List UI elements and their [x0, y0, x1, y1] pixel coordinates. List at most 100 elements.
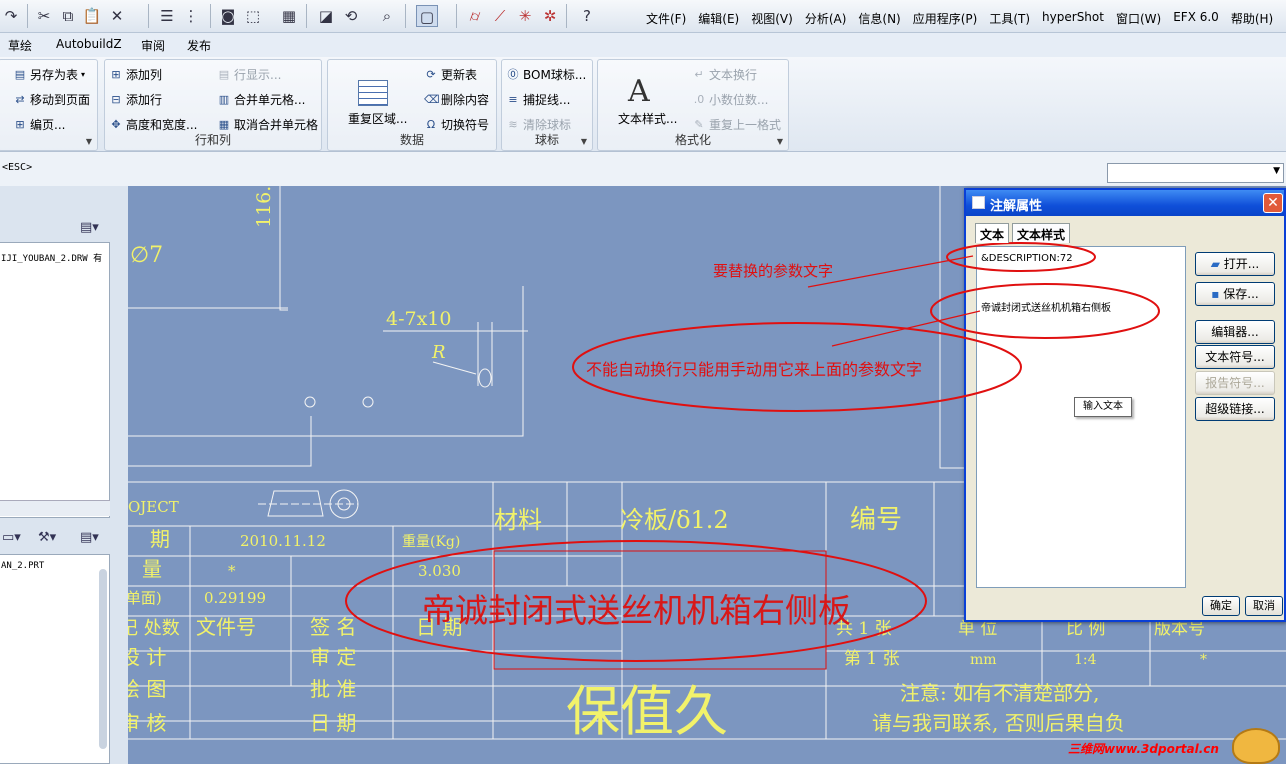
- display-style-icon[interactable]: ▢: [416, 5, 438, 27]
- update-table-button[interactable]: ⟳ 更新表: [424, 66, 477, 83]
- vertical-scrollbar[interactable]: [99, 569, 107, 749]
- drawing-tree[interactable]: IJI_YOUBAN_2.DRW 有: [0, 242, 110, 518]
- menu-file[interactable]: 文件(F): [640, 10, 692, 27]
- dialog-titlebar[interactable]: 注解属性 ✕: [966, 190, 1284, 216]
- hole-circle: [304, 396, 316, 408]
- bom-balloon-label: BOM球标...: [523, 68, 587, 82]
- dimension-4-7x10[interactable]: 4-7x10: [386, 308, 452, 330]
- note-text-area[interactable]: &DESCRIPTION:72 帝诚封闭式送丝机机箱右侧板: [976, 246, 1186, 588]
- title-review: 审 定: [310, 645, 356, 669]
- model-tree-icon[interactable]: ▦: [278, 5, 300, 27]
- text-symbol-button[interactable]: 文本符号...: [1195, 345, 1275, 369]
- delete-content-button[interactable]: ⌫ 删除内容: [424, 91, 489, 108]
- report-symbol-button[interactable]: 报告符号...: [1195, 371, 1275, 395]
- resize-icon: ✥: [111, 117, 121, 131]
- title-weight-label: 重量(Kg): [402, 534, 460, 550]
- copy-icon[interactable]: ⧉: [57, 5, 79, 27]
- settings-icon[interactable]: ⚒▾: [38, 530, 56, 545]
- bom-balloon-button[interactable]: ⓪ BOM球标...: [506, 66, 587, 83]
- add-column-button[interactable]: ⊞ 添加列: [109, 66, 162, 83]
- save-button[interactable]: ▪ 保存...: [1195, 282, 1275, 306]
- dimension-116[interactable]: 116.: [253, 186, 275, 228]
- group-expand-icon[interactable]: ▼: [86, 137, 92, 146]
- add-column-label: 添加列: [126, 68, 163, 82]
- delete-icon[interactable]: ✕: [106, 5, 128, 27]
- model-tree[interactable]: AN_2.PRT: [0, 554, 110, 764]
- tab-autobuildz[interactable]: AutobuildZ: [56, 37, 122, 51]
- tab-review[interactable]: 审阅: [141, 37, 165, 54]
- cut-icon[interactable]: ✂: [33, 5, 55, 27]
- binoculars-icon[interactable]: ◙: [217, 5, 239, 27]
- text-line-2[interactable]: 帝诚封闭式送丝机机箱右侧板: [981, 299, 1111, 314]
- text-line-1[interactable]: &DESCRIPTION:72: [981, 253, 1073, 264]
- decimal-places-button[interactable]: .0 小数位数...: [692, 91, 769, 108]
- ribbon-group-rows-cols: ⊞ 添加列 ⊟ 添加行 ✥ 高度和宽度... ▤ 行显示... ▥ 合并单元格... ▦ 取…: [104, 59, 322, 151]
- dimension-line: [477, 322, 493, 386]
- toolbar-separator: [566, 4, 567, 28]
- radius-label[interactable]: R: [431, 342, 446, 363]
- group-expand-icon[interactable]: ▼: [581, 137, 587, 146]
- menu-efx[interactable]: EFX 6.0: [1167, 10, 1225, 27]
- redo-icon[interactable]: ↷: [0, 5, 22, 27]
- refresh-icon: ⟳: [426, 67, 436, 81]
- editor-button[interactable]: 编辑器...: [1195, 320, 1275, 344]
- open-button[interactable]: ▰ 打开...: [1195, 252, 1275, 276]
- page-icon: ⊞: [15, 117, 25, 131]
- tree-icon[interactable]: ⋮: [180, 5, 202, 27]
- title-date-value: 2010.11.12: [240, 532, 326, 550]
- add-row-button[interactable]: ⊟ 添加行: [109, 91, 162, 108]
- tab-text[interactable]: 文本: [975, 223, 1010, 243]
- zoom-icon[interactable]: ⌕: [376, 5, 398, 27]
- menu-hypershot[interactable]: hyperShot: [1036, 10, 1110, 27]
- list-view-icon[interactable]: ▤▾: [80, 220, 99, 235]
- save-as-table-button[interactable]: ▤ 另存为表 ▾: [13, 66, 85, 83]
- part-file-item[interactable]: AN_2.PRT: [1, 561, 44, 571]
- close-icon[interactable]: ✕: [1263, 193, 1283, 213]
- datum-point-icon[interactable]: ✳: [514, 5, 536, 27]
- page-button[interactable]: ⊞ 编页...: [13, 116, 65, 133]
- cancel-button[interactable]: 取消: [1245, 596, 1283, 616]
- ribbon-group-table: ▤ 另存为表 ▾ ⇄ 移动到页面 ⊞ 编页... ▼: [0, 59, 98, 151]
- menu-view[interactable]: 视图(V): [745, 10, 799, 27]
- text-wrap-button[interactable]: ↵ 文本换行: [692, 66, 757, 83]
- menu-edit[interactable]: 编辑(E): [692, 10, 745, 27]
- merge-cells-button[interactable]: ▥ 合并单元格...: [217, 91, 306, 108]
- menu-applications[interactable]: 应用程序(P): [907, 10, 984, 27]
- move-to-page-button[interactable]: ⇄ 移动到页面: [13, 91, 90, 108]
- list-view-icon[interactable]: ▤▾: [80, 530, 99, 545]
- repaint-icon[interactable]: ◪: [315, 5, 337, 27]
- text-style-icon[interactable]: A: [628, 74, 650, 109]
- refit-icon[interactable]: ⟲: [340, 5, 362, 27]
- tab-sketch[interactable]: 草绘: [8, 37, 32, 54]
- title-draw: 绘 图: [128, 677, 166, 701]
- hyperlink-button[interactable]: 超级链接...: [1195, 397, 1275, 421]
- datum-axis-icon[interactable]: ⟋: [489, 5, 511, 27]
- part-title-text[interactable]: 帝诚封闭式送丝机机箱右侧板: [422, 591, 851, 630]
- context-help-icon[interactable]: ?: [576, 5, 598, 27]
- dimension-dia7[interactable]: ∅7: [130, 243, 163, 268]
- group-expand-icon[interactable]: ▼: [777, 137, 783, 146]
- ok-button[interactable]: 确定: [1202, 596, 1240, 616]
- screen-icon[interactable]: ▭▾: [2, 530, 21, 545]
- select-box-icon[interactable]: ⬚: [242, 5, 264, 27]
- menu-info[interactable]: 信息(N): [852, 10, 906, 27]
- horizontal-scrollbar[interactable]: [0, 500, 110, 516]
- paste-icon[interactable]: 📋: [81, 5, 103, 27]
- menu-window[interactable]: 窗口(W): [1110, 10, 1167, 27]
- repeat-region-button[interactable]: 重复区域...: [348, 110, 407, 127]
- tab-text-style[interactable]: 文本样式: [1012, 223, 1071, 243]
- tab-publish[interactable]: 发布: [187, 37, 211, 54]
- snap-line-button[interactable]: ≡ 捕捉线...: [506, 91, 570, 108]
- repeat-region-icon[interactable]: [358, 80, 388, 106]
- ribbon-tabs: 草绘 AutobuildZ 审阅 发布: [0, 33, 1286, 57]
- layer-icon[interactable]: ☰: [156, 5, 178, 27]
- text-style-button[interactable]: 文本样式...: [618, 110, 677, 127]
- row-display-button[interactable]: ▤ 行显示...: [217, 66, 282, 83]
- selection-filter-dropdown[interactable]: ▼: [1107, 163, 1284, 183]
- datum-plane-icon[interactable]: ⌭: [464, 5, 486, 27]
- drawing-file-item[interactable]: IJI_YOUBAN_2.DRW 有: [1, 251, 102, 264]
- menu-analysis[interactable]: 分析(A): [799, 10, 853, 27]
- menu-tools[interactable]: 工具(T): [983, 10, 1036, 27]
- menu-help[interactable]: 帮助(H): [1225, 10, 1279, 27]
- coordinate-system-icon[interactable]: ✲: [539, 5, 561, 27]
